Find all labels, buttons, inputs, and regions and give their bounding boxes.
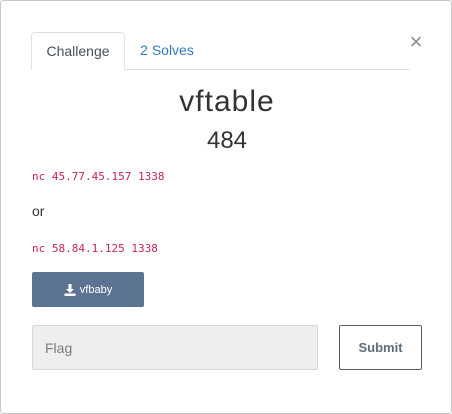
tab-bar: Challenge 2 Solves	[31, 32, 410, 70]
tab-challenge[interactable]: Challenge	[31, 32, 125, 70]
flag-input[interactable]	[32, 325, 318, 370]
connection-code-2: nc 58.84.1.125 1338	[32, 242, 158, 255]
submit-button[interactable]: Submit	[339, 325, 422, 370]
connection-code-1: nc 45.77.45.157 1338	[32, 170, 165, 183]
or-text: or	[32, 203, 45, 219]
tab-solves[interactable]: 2 Solves	[131, 32, 203, 70]
challenge-modal: × Challenge 2 Solves vftable 484 nc 45.7…	[0, 0, 452, 414]
challenge-value: 484	[206, 127, 248, 154]
download-file-button[interactable]: vfbaby	[32, 272, 144, 307]
download-label: vfbaby	[79, 283, 113, 296]
challenge-title: vftable	[179, 85, 275, 118]
download-icon	[64, 283, 76, 296]
